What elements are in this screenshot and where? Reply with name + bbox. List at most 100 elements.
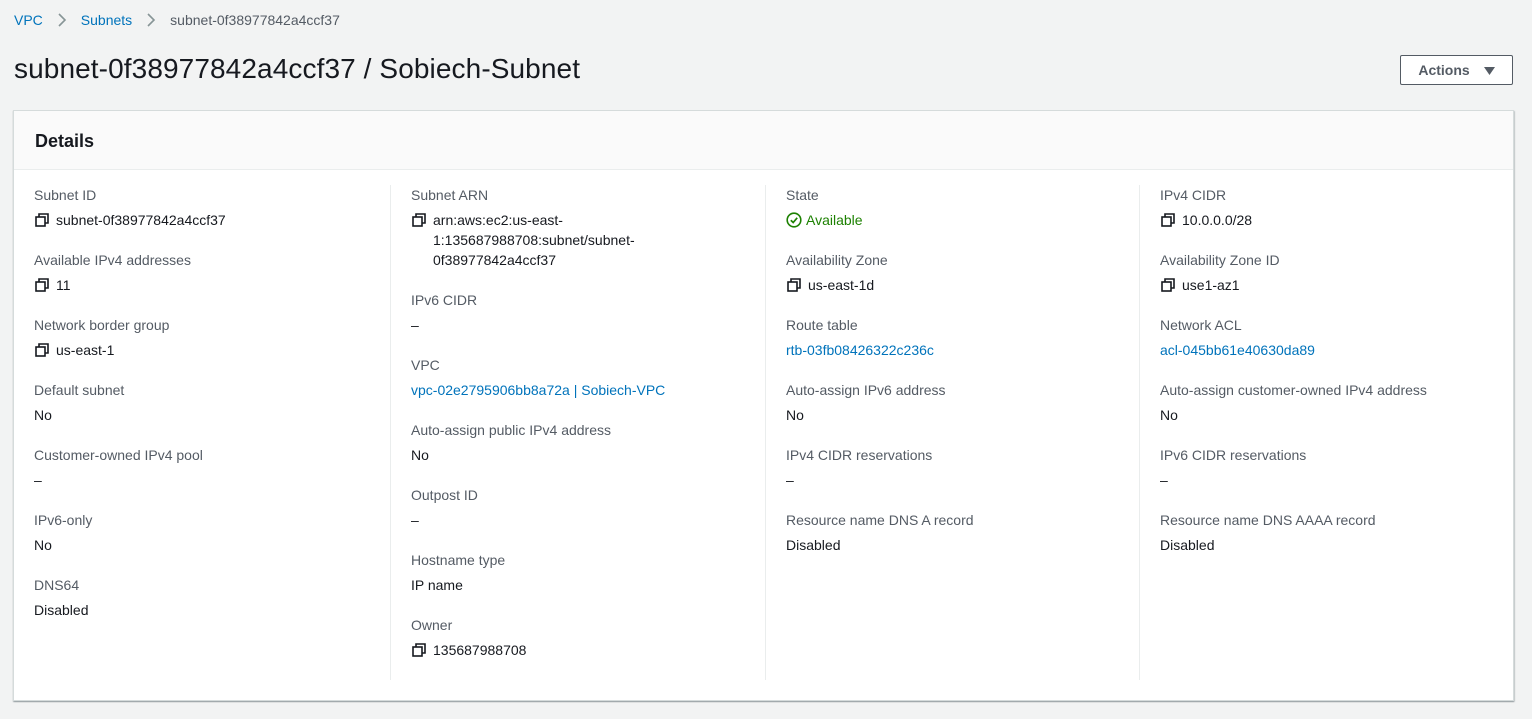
ipv4-cidr-reservations-label: IPv4 CIDR reservations [786, 447, 933, 463]
copy-icon[interactable] [35, 278, 49, 292]
ipv4-cidr-reservations-text: – [786, 472, 794, 488]
subnet-id-value: subnet-0f38977842a4ccf37 [34, 210, 390, 230]
resource-name-dns-aaaa-record-text: Disabled [1160, 537, 1215, 553]
ipv6-cidr-reservations-label: IPv6 CIDR reservations [1160, 447, 1307, 463]
field-resource-name-dns-aaaa-record: Resource name DNS AAAA record Disabled [1160, 510, 1513, 555]
subnet-arn-line: 0f38977842a4ccf37 [433, 252, 556, 268]
resource-name-dns-a-record-text: Disabled [786, 537, 841, 553]
copy-icon[interactable] [412, 213, 426, 227]
field-outpost-id: Outpost ID – [411, 485, 765, 530]
field-auto-assign-ipv6-address: Auto-assign IPv6 address No [786, 380, 1139, 425]
ipv6-cidr-reservations-value: – [1160, 470, 1513, 490]
auto-assign-ipv6-address-label: Auto-assign IPv6 address [786, 382, 946, 398]
actions-button-label: Actions [1418, 62, 1470, 78]
field-state: State Available [786, 185, 1139, 230]
field-ipv4-cidr-reservations: IPv4 CIDR reservations – [786, 445, 1139, 490]
subnet-id-text: subnet-0f38977842a4ccf37 [56, 212, 226, 228]
default-subnet-label: Default subnet [34, 382, 125, 398]
copy-icon[interactable] [1161, 213, 1175, 227]
auto-assign-public-ipv4-address-label: Auto-assign public IPv4 address [411, 422, 611, 438]
availability-zone-id-label: Availability Zone ID [1160, 252, 1280, 268]
ipv4-cidr-value: 10.0.0.0/28 [1160, 210, 1513, 230]
dns64-text: Disabled [34, 602, 89, 618]
details-title: Details [35, 131, 95, 151]
copy-icon[interactable] [35, 343, 49, 357]
field-subnet-id: Subnet ID subnet-0f38977842a4ccf37 [34, 185, 390, 230]
hostname-type-value: IP name [411, 575, 765, 595]
network-acl-text[interactable]: acl-045bb61e40630da89 [1160, 340, 1315, 360]
state-value: Available [786, 210, 1139, 230]
resource-name-dns-a-record-value: Disabled [786, 535, 1139, 555]
copy-icon[interactable] [1161, 278, 1175, 292]
auto-assign-customer-owned-ipv4-address-value: No [1160, 405, 1513, 425]
route-table-label: Route table [786, 317, 858, 333]
field-availability-zone: Availability Zone us-east-1d [786, 250, 1139, 295]
ipv6-cidr-reservations-text: – [1160, 472, 1168, 488]
page-title: subnet-0f38977842a4ccf37 / Sobiech-Subne… [14, 53, 581, 84]
breadcrumb-vpc-link[interactable]: VPC [14, 12, 43, 28]
auto-assign-public-ipv4-address-value: No [411, 445, 765, 465]
auto-assign-ipv6-address-text: No [786, 407, 804, 423]
breadcrumb: VPC Subnets subnet-0f38977842a4ccf37 [14, 11, 340, 29]
field-ipv6-cidr-reservations: IPv6 CIDR reservations – [1160, 445, 1513, 490]
ipv6-only-text: No [34, 537, 52, 553]
hostname-type-text: IP name [411, 577, 463, 593]
vpc-value[interactable]: vpc-02e2795906bb8a72a | Sobiech-VPC [411, 380, 765, 400]
ipv6-cidr-label: IPv6 CIDR [411, 292, 478, 308]
available-ipv4-addresses-label: Available IPv4 addresses [34, 252, 191, 268]
field-auto-assign-customer-owned-ipv4-address: Auto-assign customer-owned IPv4 address N… [1160, 380, 1513, 425]
state-text: Available [806, 212, 863, 228]
availability-zone-value: us-east-1d [786, 275, 1139, 295]
field-dns64: DNS64 Disabled [34, 575, 390, 620]
network-acl-value[interactable]: acl-045bb61e40630da89 [1160, 340, 1513, 360]
available-ipv4-addresses-value: 11 [34, 275, 390, 295]
actions-button[interactable]: Actions [1400, 55, 1513, 85]
field-customer-owned-ipv4-pool: Customer-owned IPv4 pool – [34, 445, 390, 490]
field-subnet-arn: Subnet ARN arn:aws:ec2:us-east- 1:13568798… [411, 185, 765, 270]
subnet-arn-value: arn:aws:ec2:us-east- 1:135687988708:subne… [411, 210, 765, 270]
chevron-right-icon [146, 11, 156, 29]
field-auto-assign-public-ipv4-address: Auto-assign public IPv4 address No [411, 420, 765, 465]
ipv4-cidr-label: IPv4 CIDR [1160, 187, 1227, 203]
route-table-value[interactable]: rtb-03fb08426322c236c [786, 340, 1139, 360]
field-owner: Owner 135687988708 [411, 615, 765, 660]
network-border-group-text: us-east-1 [56, 342, 115, 358]
availability-zone-label: Availability Zone [786, 252, 888, 268]
availability-zone-id-text: use1-az1 [1182, 277, 1240, 293]
availability-zone-text: us-east-1d [808, 277, 875, 293]
field-route-table: Route table rtb-03fb08426322c236c [786, 315, 1139, 360]
field-ipv6-only: IPv6-only No [34, 510, 390, 555]
customer-owned-ipv4-pool-value: – [34, 470, 390, 490]
ipv6-only-label: IPv6-only [34, 512, 93, 528]
field-vpc: VPC vpc-02e2795906bb8a72a | Sobiech-VPC [411, 355, 765, 400]
ipv4-cidr-text: 10.0.0.0/28 [1182, 212, 1253, 228]
dns64-label: DNS64 [34, 577, 80, 593]
field-network-acl: Network ACL acl-045bb61e40630da89 [1160, 315, 1513, 360]
outpost-id-value: – [411, 510, 765, 530]
ipv4-cidr-reservations-value: – [786, 470, 1139, 490]
auto-assign-customer-owned-ipv4-address-label: Auto-assign customer-owned IPv4 address [1160, 382, 1427, 398]
details-header: Details [14, 111, 1513, 170]
vpc-text[interactable]: vpc-02e2795906bb8a72a | Sobiech-VPC [411, 380, 665, 400]
field-availability-zone-id: Availability Zone ID use1-az1 [1160, 250, 1513, 295]
breadcrumb-subnets-link[interactable]: Subnets [81, 12, 132, 28]
subnet-arn-text: arn:aws:ec2:us-east- 1:135687988708:subne… [433, 210, 635, 270]
owner-label: Owner [411, 617, 453, 633]
field-resource-name-dns-a-record: Resource name DNS A record Disabled [786, 510, 1139, 555]
copy-icon[interactable] [412, 643, 426, 657]
network-border-group-value: us-east-1 [34, 340, 390, 360]
customer-owned-ipv4-pool-text: – [34, 472, 42, 488]
copy-icon[interactable] [787, 278, 801, 292]
subnet-arn-label: Subnet ARN [411, 187, 489, 203]
ipv6-cidr-text: – [411, 317, 419, 333]
copy-icon[interactable] [35, 213, 49, 227]
network-border-group-label: Network border group [34, 317, 170, 333]
auto-assign-ipv6-address-value: No [786, 405, 1139, 425]
details-column-4: IPv4 CIDR 10.0.0.0/28 Availability Zone ID… [1139, 185, 1513, 680]
details-panel: Details Subnet ID subnet-0f38977842a4ccf3… [13, 110, 1514, 701]
default-subnet-text: No [34, 407, 52, 423]
route-table-text[interactable]: rtb-03fb08426322c236c [786, 340, 934, 360]
field-default-subnet: Default subnet No [34, 380, 390, 425]
customer-owned-ipv4-pool-label: Customer-owned IPv4 pool [34, 447, 203, 463]
details-columns: Subnet ID subnet-0f38977842a4ccf37 Availab… [14, 185, 1513, 680]
